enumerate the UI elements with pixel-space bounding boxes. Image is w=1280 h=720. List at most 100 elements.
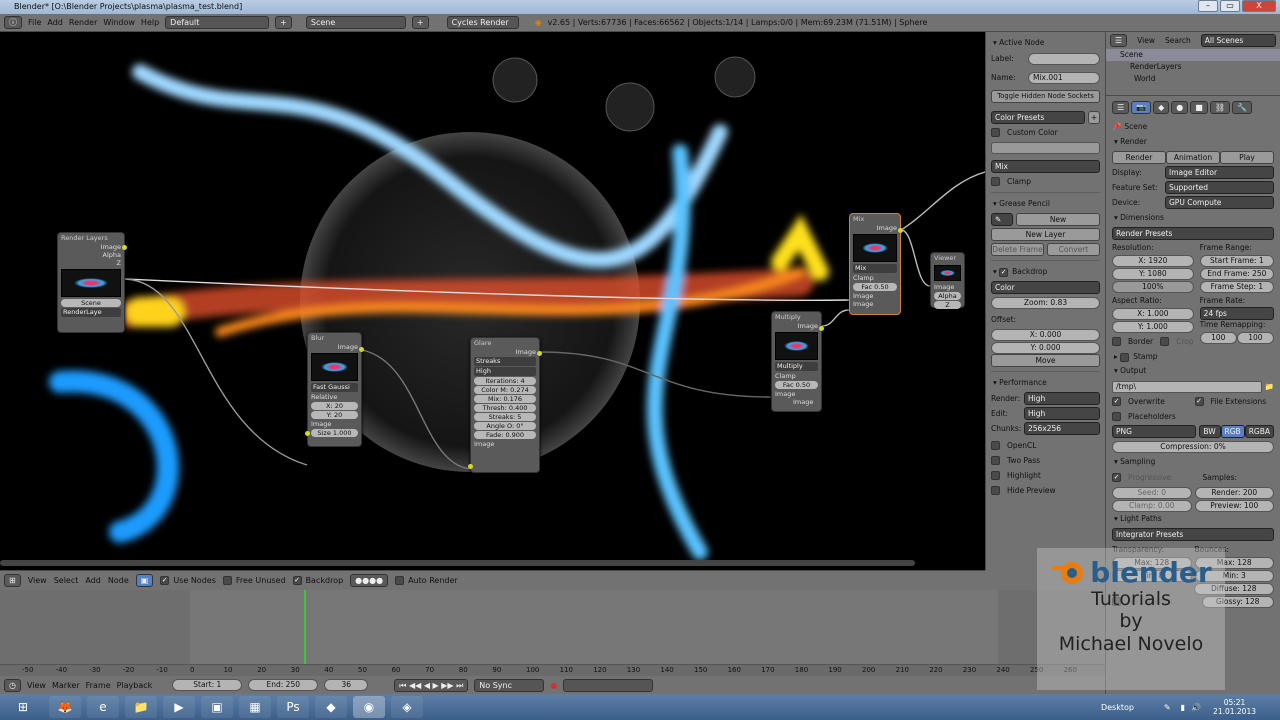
render-panel-title[interactable]: ▾ Render — [1112, 135, 1274, 149]
socket[interactable] — [537, 351, 542, 356]
app-taskbar-icon[interactable]: ◈ — [391, 696, 423, 718]
compositing-nodes-icon[interactable]: ▣ — [135, 574, 154, 587]
editor-type-icon[interactable]: ☰ — [1112, 101, 1130, 114]
menu-window[interactable]: Window — [103, 18, 135, 27]
rgba-toggle[interactable]: RGBA — [1244, 425, 1274, 438]
chunks-select[interactable]: 256x256 — [1024, 422, 1100, 435]
dimensions-panel-title[interactable]: ▾ Dimensions — [1112, 211, 1274, 225]
use-nodes-checkbox[interactable]: ✓ Use Nodes — [160, 576, 216, 585]
bounces-min-field[interactable]: Min: 3 — [1194, 569, 1274, 582]
integrator-presets-select[interactable]: Integrator Presets — [1112, 528, 1274, 541]
performance-panel-title[interactable]: ▾ Performance — [991, 376, 1100, 390]
convert-button[interactable]: Convert — [1047, 243, 1100, 256]
render-quality-select[interactable]: High — [1024, 392, 1100, 405]
pen-tray-icon[interactable]: ✎ — [1164, 703, 1171, 712]
delete-frame-button[interactable]: Delete Frame — [991, 243, 1044, 256]
menu-add[interactable]: Add — [47, 18, 63, 27]
offset-y-field[interactable]: Y: 0.000 — [991, 341, 1100, 354]
new-layer-button[interactable]: New Layer — [991, 228, 1100, 241]
output-panel-title[interactable]: ▾ Output — [1112, 364, 1274, 378]
world-tab-icon[interactable]: ● — [1171, 101, 1189, 114]
socket[interactable] — [122, 245, 127, 250]
overwrite-checkbox[interactable]: Overwrite — [1128, 397, 1192, 406]
crop-checkbox[interactable] — [1160, 337, 1170, 346]
transparency-max-field[interactable]: Max: 128 — [1112, 556, 1192, 569]
blur-y-field[interactable]: Y: 20 — [311, 411, 358, 419]
label-input[interactable] — [1028, 52, 1100, 65]
ie-taskbar-icon[interactable]: e — [87, 696, 119, 718]
constraints-tab-icon[interactable]: ⛓ — [1209, 101, 1230, 114]
aspect-y-field[interactable]: Y: 1.000 — [1112, 320, 1194, 333]
menu-marker[interactable]: Marker — [52, 681, 80, 690]
preview-samples-field[interactable]: Preview: 100 — [1194, 499, 1274, 512]
pin-icon[interactable]: 📌 — [1112, 122, 1121, 131]
photoshop-taskbar-icon[interactable]: Ps — [277, 696, 309, 718]
menu-node[interactable]: Node — [108, 576, 129, 585]
clamp-checkbox[interactable] — [991, 177, 1000, 186]
outliner-item-scene[interactable]: Scene — [1106, 49, 1280, 61]
aspect-x-field[interactable]: X: 1.000 — [1112, 307, 1194, 320]
render-presets-select[interactable]: Render Presets — [1112, 227, 1274, 240]
start-button[interactable]: ⊞ — [3, 696, 43, 718]
feature-set-select[interactable]: Supported — [1165, 181, 1274, 194]
maximize-button[interactable]: ▭ — [1220, 0, 1240, 12]
backdrop-checkbox[interactable]: ✓ Backdrop — [292, 576, 343, 585]
keying-set-field[interactable] — [563, 678, 654, 692]
backdrop-channels-icon[interactable]: ●●●● — [350, 574, 389, 587]
output-path-input[interactable]: /tmp\ — [1112, 380, 1262, 393]
frame-step-field[interactable]: Frame Step: 1 — [1199, 280, 1274, 293]
menu-view[interactable]: View — [28, 576, 47, 585]
mix-node[interactable]: Mix Image Mix Clamp Fac 0.50 Image Image — [849, 213, 903, 315]
timeline[interactable]: -50 -40 -30 -20 -10 0 10 20 30 40 50 60 70 80 90 100 110… — [0, 590, 1105, 676]
clock[interactable]: 05:21 21.01.2013 — [1213, 698, 1256, 716]
folder-icon[interactable]: 📁 — [1265, 382, 1274, 391]
mix-field[interactable]: Mix: 0.176 — [474, 395, 536, 403]
device-select[interactable]: GPU Compute — [1165, 196, 1274, 209]
border-checkbox[interactable] — [1112, 337, 1121, 346]
play-button[interactable]: Play — [1220, 151, 1274, 164]
file-format-select[interactable]: PNG — [1112, 425, 1196, 438]
viewer-node[interactable]: Viewer Image Alpha Z — [930, 252, 965, 309]
end-frame-field[interactable]: End Frame: 250 — [1199, 267, 1274, 280]
seed-field[interactable]: Seed: 0 — [1112, 486, 1192, 499]
editor-type-icon[interactable]: ⓘ — [4, 16, 22, 29]
render-button[interactable]: Render — [1112, 151, 1166, 164]
resolution-x-field[interactable]: X: 1920 — [1112, 254, 1194, 267]
iterations-field[interactable]: Iterations: 4 — [474, 377, 536, 385]
socket[interactable] — [819, 326, 824, 331]
start-frame-field[interactable]: Start: 1 — [172, 679, 243, 691]
start-frame-field[interactable]: Start Frame: 1 — [1199, 254, 1274, 267]
add-preset-icon[interactable]: + — [1088, 111, 1100, 124]
sync-mode-select[interactable]: No Sync — [474, 678, 545, 692]
volume-tray-icon[interactable]: 🔊 — [1191, 703, 1201, 712]
menu-frame[interactable]: Frame — [86, 681, 111, 690]
add-screen-icon[interactable]: + — [275, 16, 292, 29]
display-select[interactable]: Image Editor — [1165, 166, 1274, 179]
playhead[interactable] — [304, 590, 306, 668]
render-tab-icon[interactable]: 📷 — [1131, 101, 1152, 114]
hide-preview-checkbox[interactable] — [991, 486, 1000, 495]
offset-x-field[interactable]: X: 0.000 — [991, 328, 1100, 341]
mix-mode-select[interactable]: Mix — [991, 160, 1100, 173]
explorer-taskbar-icon[interactable]: 📁 — [125, 696, 157, 718]
glare-node[interactable]: Glare Image Streaks High Iterations: 4 C… — [468, 337, 542, 473]
edit-quality-select[interactable]: High — [1024, 407, 1100, 420]
app-taskbar-icon[interactable]: ◆ — [315, 696, 347, 718]
diffuse-bounces-field[interactable]: Diffuse: 128 — [1193, 582, 1274, 595]
network-tray-icon[interactable]: ▮ — [1181, 703, 1185, 712]
custom-color-checkbox[interactable] — [991, 128, 1000, 137]
screen-layout-select[interactable]: Default — [165, 16, 270, 29]
input-z[interactable]: Z — [934, 301, 961, 309]
outliner-item-world[interactable]: World — [1106, 73, 1280, 85]
blender-taskbar-icon[interactable]: ◉ — [353, 696, 385, 718]
remap-new-field[interactable]: 100 — [1236, 331, 1275, 344]
bounces-max-field[interactable]: Max: 128 — [1194, 556, 1274, 569]
color-swatch[interactable] — [991, 141, 1100, 154]
name-input[interactable]: Mix.001 — [1028, 71, 1100, 84]
rgb-toggle[interactable]: RGB — [1220, 425, 1245, 438]
firefox-taskbar-icon[interactable]: 🦊 — [49, 696, 81, 718]
blend-mode-select[interactable]: Mix — [853, 264, 897, 273]
display-mode-select[interactable]: All Scenes — [1200, 34, 1276, 47]
resolution-y-field[interactable]: Y: 1080 — [1112, 267, 1194, 280]
current-frame-field[interactable]: 36 — [324, 679, 369, 691]
